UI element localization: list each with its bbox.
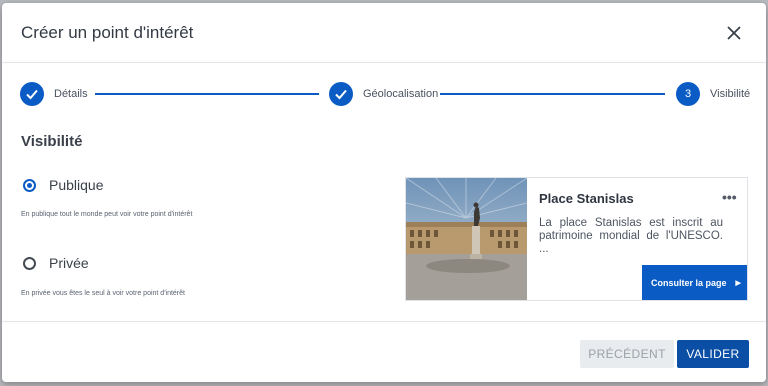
previous-button[interactable]: PRÉCÉDENT [580, 340, 674, 368]
card-description: La place Stanislas est inscrit au patrim… [539, 217, 723, 255]
caret-right-icon: ▶ [735, 280, 741, 287]
check-icon [335, 89, 347, 100]
radio-private[interactable]: Privée [23, 255, 89, 271]
section-title: Visibilité [21, 133, 83, 150]
radio-public[interactable]: Publique [23, 177, 104, 193]
radio-button[interactable] [23, 178, 36, 192]
poi-preview-card: Place Stanislas ••• La place Stanislas e… [405, 177, 748, 301]
check-icon [26, 89, 38, 100]
step-label: Détails [54, 88, 88, 100]
close-icon [727, 25, 741, 40]
validate-button[interactable]: VALIDER [677, 340, 749, 368]
place-photo [406, 178, 527, 300]
dialog-header: Créer un point d'intérêt [2, 3, 766, 63]
stepper: Détails Géolocalisation 3 Visibilité [20, 80, 750, 108]
step-done-circle [20, 82, 44, 106]
close-button[interactable] [722, 21, 746, 45]
view-page-button[interactable]: Consulter la page ▶ [642, 265, 747, 300]
step-label: Géolocalisation [363, 88, 439, 100]
step-done-circle [329, 82, 353, 106]
footer-divider [2, 321, 766, 322]
radio-hint: En privée vous êtes le seul à voir votre… [21, 290, 185, 297]
step-visibility[interactable]: 3 Visibilité [676, 80, 750, 108]
step-connector-1 [95, 93, 319, 95]
step-details[interactable]: Détails [20, 80, 88, 108]
radio-label: Publique [49, 177, 104, 193]
step-number-circle: 3 [676, 82, 700, 106]
step-label: Visibilité [710, 88, 751, 100]
step-connector-2 [440, 93, 665, 95]
step-geolocation[interactable]: Géolocalisation [329, 80, 438, 108]
radio-label: Privée [49, 255, 89, 271]
radio-button[interactable] [23, 256, 36, 270]
radio-hint: En publique tout le monde peut voir votr… [21, 211, 193, 218]
create-poi-dialog: Créer un point d'intérêt Détails Géoloca… [2, 3, 766, 382]
dialog-title: Créer un point d'intérêt [21, 22, 194, 42]
more-horizontal-icon[interactable]: ••• [722, 190, 737, 204]
card-title: Place Stanislas [539, 191, 634, 206]
view-page-label: Consulter la page [651, 278, 727, 288]
